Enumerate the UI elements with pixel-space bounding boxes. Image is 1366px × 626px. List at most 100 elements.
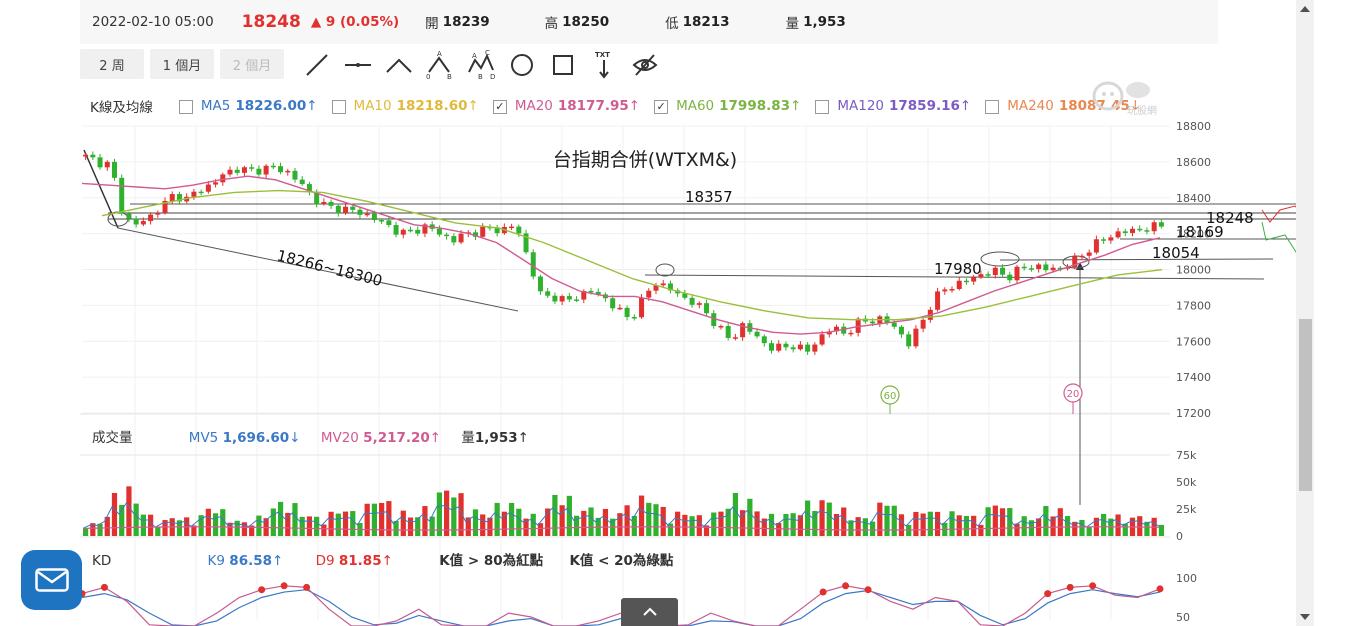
candle-body xyxy=(292,170,298,180)
candle-body xyxy=(1122,231,1128,233)
kd-overbought-dot xyxy=(303,583,311,591)
volume-bar xyxy=(920,513,926,536)
candle-body xyxy=(660,283,666,286)
candle-body xyxy=(140,221,146,225)
kd-tick-label: 100 xyxy=(1176,572,1197,585)
candle-body xyxy=(220,174,226,183)
volume-bar xyxy=(530,513,536,536)
candle-body xyxy=(1007,274,1013,281)
kd-tick-label: 50 xyxy=(1176,611,1190,624)
chart-title: 台指期合併(WTXM&) xyxy=(553,149,737,171)
projection-down-path xyxy=(1261,221,1296,253)
k9-arrow: ↑ xyxy=(272,553,284,569)
vol-arrow: ↑ xyxy=(517,430,529,446)
kd-note-oversold: K值 < 20為綠點 xyxy=(569,553,674,569)
volume-bar xyxy=(350,511,356,536)
candle-body xyxy=(797,344,803,350)
candle-body xyxy=(415,229,421,234)
kd-overbought-dot xyxy=(842,582,850,590)
volume-bar xyxy=(963,515,970,536)
page-scrollbar[interactable] xyxy=(1296,0,1314,626)
volume-bar xyxy=(444,490,450,536)
candle-body xyxy=(458,233,464,243)
volume-bar xyxy=(97,523,103,536)
volume-bar xyxy=(985,507,991,536)
volume-bar xyxy=(212,513,219,536)
candle-body xyxy=(963,280,969,283)
candle-body xyxy=(913,328,919,347)
candle-body xyxy=(790,347,796,350)
candle-body xyxy=(624,307,630,317)
page-scrollbar-thumb[interactable] xyxy=(1299,319,1312,491)
volume-bar xyxy=(934,511,941,536)
volume-bar xyxy=(1057,508,1063,536)
volume-bar xyxy=(299,516,305,536)
price-annotation-label: 18054 xyxy=(1152,244,1200,262)
candle-body xyxy=(1079,255,1085,258)
price-annotation-label: 18266~18300 xyxy=(275,246,384,290)
volume-bar xyxy=(797,515,803,536)
candle-body xyxy=(393,225,399,235)
mv20-arrow: ↑ xyxy=(429,430,442,446)
volume-bar xyxy=(602,508,609,536)
volume-bar xyxy=(740,510,746,536)
candle-body xyxy=(783,343,789,348)
candle-body xyxy=(617,307,623,310)
volume-tick-label: 75k xyxy=(1176,449,1197,462)
scroll-up-arrow-icon[interactable] xyxy=(1299,4,1311,14)
candle-body xyxy=(335,205,341,214)
candle-body xyxy=(343,206,349,214)
candle-body xyxy=(812,344,818,352)
volume-bar xyxy=(624,505,630,536)
volume-bar xyxy=(1021,516,1027,536)
volume-bar xyxy=(342,511,349,536)
ma-crossover-label: 20 xyxy=(1067,389,1080,400)
candle-body xyxy=(1108,237,1114,241)
kd-overbought-dot xyxy=(1089,582,1097,590)
candle-body xyxy=(1137,228,1143,231)
volume-bar xyxy=(999,508,1006,536)
volume-bar xyxy=(1101,513,1107,536)
scroll-down-arrow-icon[interactable] xyxy=(1299,612,1311,622)
volume-bar xyxy=(83,528,89,536)
volume-bar xyxy=(768,513,775,536)
volume-legend: 成交量 MV5 1,696.60↓ MV20 5,217.20↑ 量1,953↑ xyxy=(92,426,529,446)
volume-bar xyxy=(292,503,298,536)
candle-body xyxy=(148,214,154,222)
volume-bar xyxy=(646,502,652,536)
kd-overbought-dot xyxy=(258,586,266,594)
circle-mark xyxy=(980,251,1020,267)
candle-body xyxy=(278,166,284,173)
candle-body xyxy=(545,291,551,296)
volume-bar xyxy=(314,516,320,536)
candle-body xyxy=(169,194,175,201)
candle-body xyxy=(205,184,211,192)
volume-bar xyxy=(1158,524,1164,536)
mv5-name: MV5 xyxy=(188,430,219,446)
candle-body xyxy=(754,331,760,337)
scroll-up-tab[interactable] xyxy=(621,598,678,626)
candle-body xyxy=(234,169,240,173)
candle-body xyxy=(256,168,262,175)
candle-body xyxy=(689,297,695,305)
kd-overbought-dot xyxy=(819,588,827,596)
contact-mail-button[interactable] xyxy=(21,550,82,610)
candle-body xyxy=(83,154,89,157)
candle-body xyxy=(191,191,197,197)
volume-bar xyxy=(927,511,933,536)
price-annotation-label: 17980 xyxy=(934,260,982,278)
chart-canvas: 1880018600184001820018000178001760017400… xyxy=(78,120,1296,626)
volume-bar xyxy=(1043,506,1049,536)
chart-grid xyxy=(82,125,1170,620)
volume-bar xyxy=(1122,523,1128,536)
kd-note-overbought: K值 > 80為紅點 xyxy=(439,553,544,569)
candle-body xyxy=(480,226,486,237)
mv20-name: MV20 xyxy=(320,430,359,446)
candle-body xyxy=(1144,230,1150,232)
candle-body xyxy=(559,296,565,302)
candle-body xyxy=(776,343,782,351)
volume-bar xyxy=(234,520,240,536)
volume-bar xyxy=(277,501,284,536)
volume-bar xyxy=(588,507,594,536)
volume-bar xyxy=(826,502,832,536)
